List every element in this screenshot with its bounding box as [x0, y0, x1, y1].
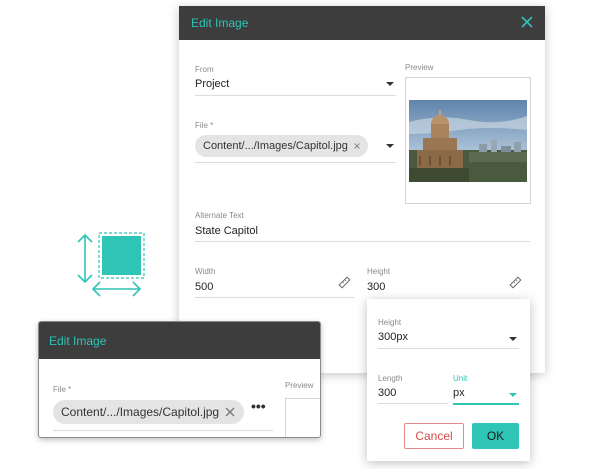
- file-chip[interactable]: Content/.../Images/Capitol.jpg: [195, 135, 368, 157]
- preview-label: Preview: [285, 381, 314, 390]
- dropdown-caret-icon[interactable]: [509, 337, 517, 341]
- from-underline: [195, 95, 396, 96]
- height-label: Height: [367, 267, 391, 276]
- file-label: File *: [195, 121, 214, 130]
- close-icon[interactable]: [519, 14, 535, 30]
- width-input[interactable]: 500: [195, 281, 213, 293]
- edit-image-dialog-compact: Edit Image File * Content/.../Images/Cap…: [38, 321, 321, 438]
- file-underline: [195, 162, 396, 163]
- preview-label: Preview: [405, 63, 434, 72]
- preview-frame: [405, 77, 531, 204]
- unit-label: Unit: [453, 374, 468, 383]
- width-underline: [195, 297, 354, 298]
- file-chip[interactable]: Content/.../Images/Capitol.jpg: [53, 400, 244, 424]
- dropdown-caret-icon[interactable]: [509, 393, 517, 397]
- cancel-button[interactable]: Cancel: [404, 423, 464, 449]
- width-label: Width: [195, 267, 216, 276]
- popover-height-label: Height: [378, 318, 402, 327]
- popover-height-underline: [378, 348, 519, 349]
- file-chip-text: Content/.../Images/Capitol.jpg: [203, 140, 348, 152]
- chip-remove-icon[interactable]: [354, 141, 360, 151]
- height-input[interactable]: 300: [367, 281, 385, 293]
- file-underline: [53, 430, 273, 431]
- length-label: Length: [378, 374, 403, 383]
- alt-text-underline: [195, 241, 530, 242]
- dialog-title: Edit Image: [39, 322, 320, 359]
- ok-button[interactable]: OK: [472, 423, 519, 449]
- file-label: File *: [53, 385, 72, 394]
- dropdown-caret-icon[interactable]: [386, 82, 394, 86]
- dialog-title: Edit Image: [179, 6, 545, 40]
- alt-text-label: Alternate Text: [195, 211, 244, 220]
- unit-select[interactable]: px: [453, 387, 465, 399]
- ruler-icon[interactable]: [338, 276, 351, 289]
- size-popover: Height 300px Length 300 Unit px Cancel O…: [367, 299, 530, 461]
- resize-graphic-icon: [76, 228, 146, 300]
- popover-height-select[interactable]: 300px: [378, 331, 408, 343]
- ruler-icon[interactable]: [509, 276, 522, 289]
- capitol-preview-image: [409, 100, 527, 182]
- from-label: From: [195, 65, 214, 74]
- alt-text-input[interactable]: State Capitol: [195, 225, 258, 237]
- length-input[interactable]: 300: [378, 387, 396, 399]
- unit-underline: [453, 403, 519, 405]
- chip-remove-icon[interactable]: [225, 407, 235, 417]
- file-chip-text: Content/.../Images/Capitol.jpg: [61, 405, 220, 419]
- preview-frame: [285, 398, 320, 437]
- from-select[interactable]: Project: [195, 78, 229, 90]
- dropdown-caret-icon[interactable]: [386, 144, 394, 148]
- more-options-icon[interactable]: •••: [251, 398, 266, 414]
- length-underline: [378, 403, 448, 404]
